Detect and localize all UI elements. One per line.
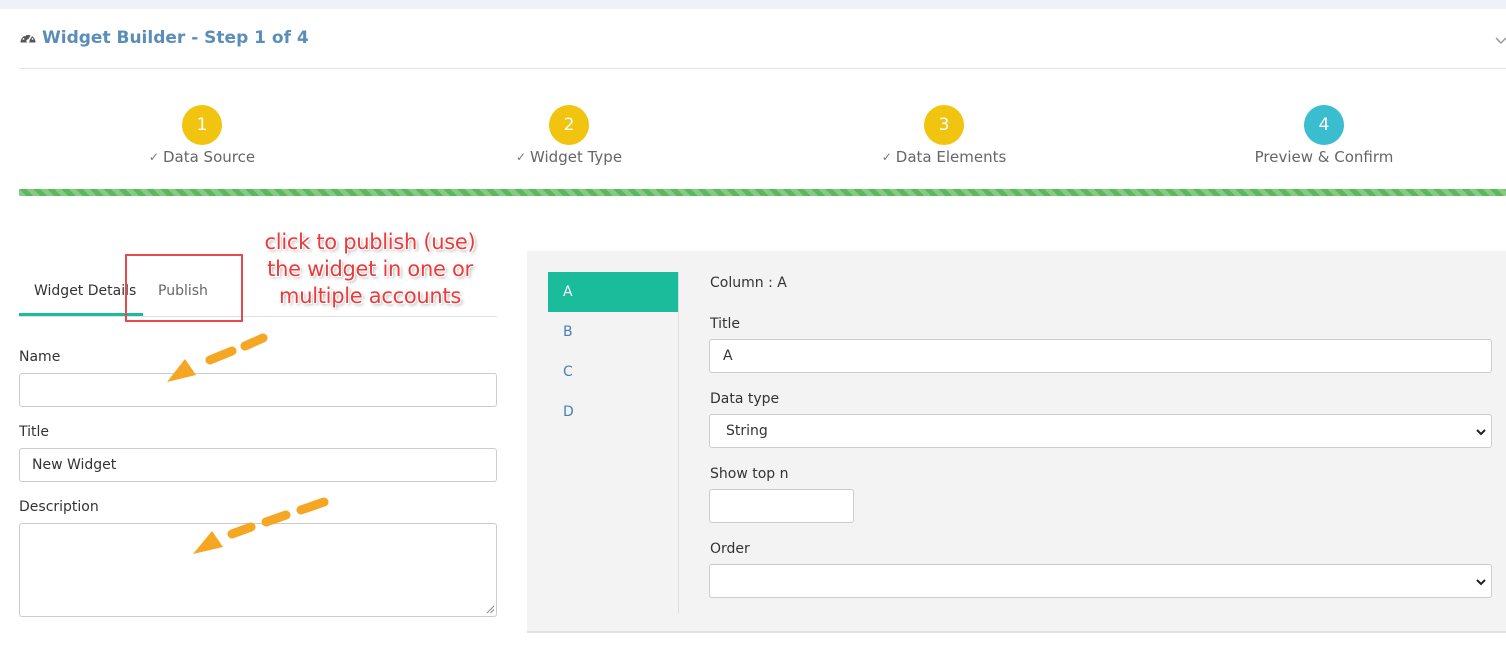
description-label: Description	[19, 499, 99, 515]
column-title-label: Title	[710, 316, 741, 332]
wizard-step-data-elements[interactable]: 3 ✓ Data Elements	[824, 105, 1064, 166]
step-number-badge: 2	[549, 105, 589, 145]
name-label: Name	[19, 349, 61, 365]
column-item-d[interactable]: D	[548, 392, 678, 432]
wizard-step-data-source[interactable]: 1 ✓ Data Source	[82, 105, 322, 166]
annotation-arrow-icon	[193, 497, 329, 554]
wizard-step-preview-confirm[interactable]: 4 Preview & Confirm	[1204, 105, 1444, 166]
step-number-badge: 4	[1304, 105, 1344, 145]
column-title-value: A	[723, 348, 733, 364]
show-top-n-input[interactable]	[709, 489, 854, 523]
header-divider	[19, 68, 1506, 69]
column-item-c[interactable]: C	[548, 352, 678, 392]
wizard-progress-bar	[19, 189, 1506, 196]
step-label: Data Source	[162, 148, 256, 166]
column-title-input[interactable]: A	[709, 339, 1492, 373]
title-input[interactable]	[19, 448, 497, 482]
panel-header: Widget Builder - Step 1 of 4	[19, 28, 309, 48]
column-item-a[interactable]: A	[548, 272, 678, 312]
step-number-badge: 3	[924, 105, 964, 145]
order-label: Order	[710, 541, 750, 557]
wizard-step-widget-type[interactable]: 2 ✓ Widget Type	[449, 105, 689, 166]
check-icon: ✓	[515, 150, 526, 164]
title-label: Title	[19, 424, 50, 440]
column-list: A B C D	[548, 272, 679, 613]
page-title: Widget Builder - Step 1 of 4	[42, 28, 309, 48]
annotation-highlight-box	[125, 254, 243, 322]
chevron-down-icon	[1476, 579, 1486, 586]
chevron-down-icon	[1476, 429, 1486, 436]
data-type-select[interactable]: String	[709, 414, 1492, 448]
column-heading: Column : A	[710, 275, 787, 291]
dashboard-gauge-icon	[20, 33, 36, 43]
check-icon: ✓	[881, 150, 892, 164]
show-top-n-label: Show top n	[710, 466, 789, 482]
chevron-down-icon[interactable]	[1494, 34, 1506, 48]
data-type-label: Data type	[710, 391, 780, 407]
column-item-b[interactable]: B	[548, 312, 678, 352]
order-select[interactable]	[709, 564, 1492, 598]
step-number-badge: 1	[182, 105, 222, 145]
step-label: Widget Type	[530, 148, 623, 166]
resize-grip-icon[interactable]	[486, 605, 495, 614]
step-label: Data Elements	[895, 148, 1007, 166]
step-label: Preview & Confirm	[1254, 148, 1394, 166]
check-icon: ✓	[148, 150, 159, 164]
annotation-arrow-icon	[167, 333, 268, 382]
data-type-value: String	[726, 423, 768, 439]
annotation-callout: click to publish (use) the widget in one…	[264, 230, 476, 308]
top-strip	[0, 0, 1506, 9]
